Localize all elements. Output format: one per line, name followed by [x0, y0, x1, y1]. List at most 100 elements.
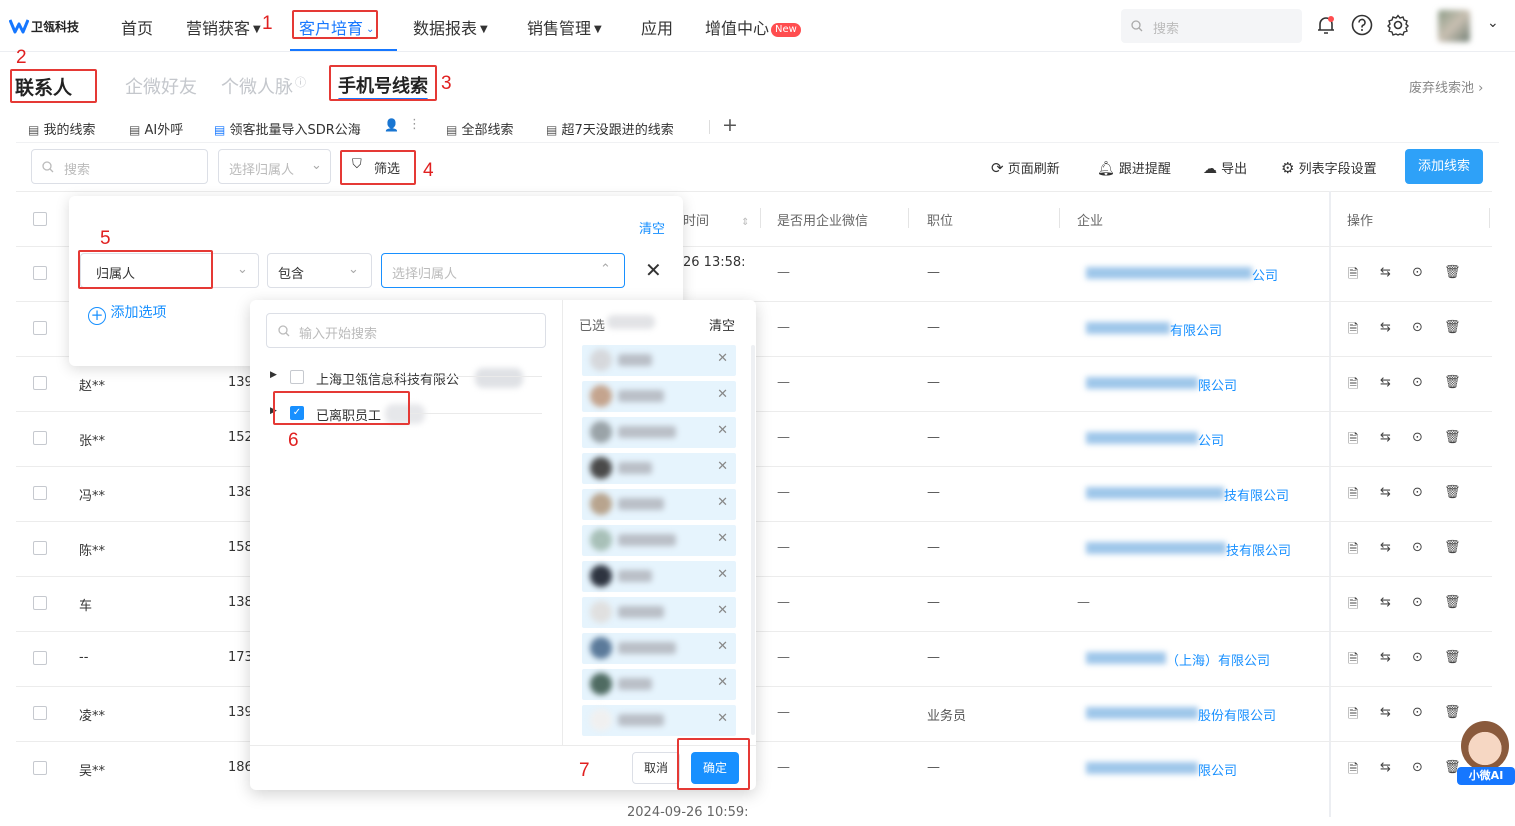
row-company-link[interactable]: 技有限公司	[1226, 540, 1291, 559]
delete-icon[interactable]: 🗑	[1444, 540, 1461, 555]
help-icon[interactable]	[1351, 14, 1373, 36]
remove-selected-icon[interactable]: ✕	[717, 495, 728, 510]
view-tab-stale[interactable]: ▤ 超7天没跟进的线索	[546, 119, 674, 138]
row-checkbox[interactable]	[33, 706, 47, 720]
selected-clear-button[interactable]: 清空	[709, 315, 735, 334]
remove-selected-icon[interactable]: ✕	[717, 459, 728, 474]
view-tab-all-leads[interactable]: ▤ 全部线索	[446, 119, 514, 138]
nav-sales[interactable]: 销售管理 ▼	[527, 15, 602, 39]
remove-selected-icon[interactable]: ✕	[717, 567, 728, 582]
remove-selected-icon[interactable]: ✕	[717, 711, 728, 726]
view-tab-sdr-pool[interactable]: ▤ 领客批量导入SDR公海 👤 ⋮	[202, 112, 430, 142]
refresh-button[interactable]: ⟳ 页面刷新	[991, 158, 1060, 177]
tree-node-company[interactable]: ▶ 上海卫瓴信息科技有限公	[270, 368, 540, 388]
filter-clear-button[interactable]: 清空	[639, 218, 665, 237]
row-checkbox[interactable]	[33, 761, 47, 775]
tree-checkbox[interactable]	[290, 370, 304, 384]
view-tab-my-leads[interactable]: ▤ 我的线索	[28, 119, 96, 138]
add-option-button[interactable]: + 添加选项	[88, 302, 166, 325]
transfer-icon[interactable]: ⇆	[1380, 375, 1391, 390]
edit-icon[interactable]: 🗎	[1348, 430, 1358, 452]
edit-icon[interactable]: 🗎	[1348, 375, 1358, 397]
nav-marketing[interactable]: 营销获客 ▼	[186, 15, 261, 39]
view-tab-ai-call[interactable]: ▤ AI外呼	[129, 119, 183, 138]
delete-icon[interactable]: 🗑	[1444, 595, 1461, 610]
transfer-icon[interactable]: ⇆	[1380, 595, 1391, 610]
chevron-down-icon[interactable]: ⌄	[1487, 15, 1499, 31]
row-company-link[interactable]: 公司	[1198, 430, 1224, 449]
delete-icon[interactable]: 🗑	[1444, 705, 1461, 720]
return-icon[interactable]: ⊙	[1412, 595, 1423, 610]
row-company-link[interactable]: 技有限公司	[1224, 485, 1289, 504]
col-header-time[interactable]: 时间 ⇕	[683, 210, 750, 229]
remove-selected-icon[interactable]: ✕	[717, 351, 728, 366]
remove-selected-icon[interactable]: ✕	[717, 423, 728, 438]
bell-icon[interactable]	[1315, 14, 1337, 36]
return-icon[interactable]: ⊙	[1412, 485, 1423, 500]
remove-selected-icon[interactable]: ✕	[717, 675, 728, 690]
transfer-icon[interactable]: ⇆	[1380, 485, 1391, 500]
select-all-checkbox[interactable]	[33, 212, 47, 226]
reminder-button[interactable]: 🔔︎ 跟进提醒	[1097, 158, 1171, 177]
row-company-link[interactable]: 有限公司	[1170, 320, 1222, 339]
picker-search-input[interactable]: 输入开始搜索	[266, 313, 546, 348]
edit-icon[interactable]: 🗎	[1348, 705, 1358, 727]
row-checkbox[interactable]	[33, 266, 47, 280]
delete-icon[interactable]: 🗑	[1444, 430, 1461, 445]
filter-value-select[interactable]: 选择归属人 ⌃	[381, 253, 625, 288]
edit-icon[interactable]: 🗎	[1348, 265, 1358, 287]
ai-assistant-widget[interactable]: 小微AI	[1455, 721, 1515, 785]
edit-icon[interactable]: 🗎	[1348, 320, 1358, 342]
nav-apps[interactable]: 应用	[641, 15, 673, 39]
delete-icon[interactable]: 🗑	[1444, 265, 1461, 280]
remove-condition-icon[interactable]: ✕	[645, 258, 662, 282]
remove-selected-icon[interactable]: ✕	[717, 603, 728, 618]
owner-select[interactable]: 选择归属人 ⌄	[218, 149, 331, 184]
transfer-icon[interactable]: ⇆	[1380, 320, 1391, 335]
delete-icon[interactable]: 🗑	[1444, 375, 1461, 390]
delete-icon[interactable]: 🗑	[1444, 320, 1461, 335]
nav-reports[interactable]: 数据报表 ▼	[413, 15, 488, 39]
transfer-icon[interactable]: ⇆	[1380, 265, 1391, 280]
subtab-personal-wechat[interactable]: 个微人脉 ⓘ	[221, 73, 306, 99]
return-icon[interactable]: ⊙	[1412, 430, 1423, 445]
edit-icon[interactable]: 🗎	[1348, 760, 1358, 782]
return-icon[interactable]: ⊙	[1412, 650, 1423, 665]
delete-icon[interactable]: 🗑	[1444, 485, 1461, 500]
row-checkbox[interactable]	[33, 486, 47, 500]
toolbar-search[interactable]: 搜索	[31, 149, 208, 184]
return-icon[interactable]: ⊙	[1412, 375, 1423, 390]
row-checkbox[interactable]	[33, 431, 47, 445]
picker-cancel-button[interactable]: 取消	[632, 752, 680, 784]
add-tab-icon[interactable]: +	[722, 114, 738, 136]
row-checkbox[interactable]	[33, 376, 47, 390]
edit-icon[interactable]: 🗎	[1348, 485, 1358, 507]
gear-icon[interactable]	[1387, 14, 1409, 36]
return-icon[interactable]: ⊙	[1412, 265, 1423, 280]
edit-icon[interactable]: 🗎	[1348, 650, 1358, 672]
filter-operator-select[interactable]: 包含 ⌄	[267, 253, 372, 288]
transfer-icon[interactable]: ⇆	[1380, 705, 1391, 720]
row-checkbox[interactable]	[33, 651, 47, 665]
row-company-link[interactable]: 限公司	[1198, 375, 1237, 394]
remove-selected-icon[interactable]: ✕	[717, 639, 728, 654]
export-button[interactable]: ☁ 导出	[1203, 158, 1247, 177]
subtab-wecom-friends[interactable]: 企微好友	[125, 73, 197, 99]
caret-right-icon[interactable]: ▶	[270, 370, 277, 380]
row-company-link[interactable]: 公司	[1252, 265, 1278, 284]
row-checkbox[interactable]	[33, 541, 47, 555]
row-checkbox[interactable]	[33, 596, 47, 610]
waste-pool-link[interactable]: 废弃线索池 ›	[1409, 77, 1483, 96]
transfer-icon[interactable]: ⇆	[1380, 760, 1391, 775]
row-checkbox[interactable]	[33, 321, 47, 335]
row-company-link[interactable]: （上海）有限公司	[1166, 650, 1270, 669]
return-icon[interactable]: ⊙	[1412, 705, 1423, 720]
column-settings-button[interactable]: ⚙ 列表字段设置	[1281, 158, 1377, 177]
avatar[interactable]	[1438, 10, 1470, 42]
picker-scrollbar[interactable]	[751, 345, 755, 735]
transfer-icon[interactable]: ⇆	[1380, 540, 1391, 555]
return-icon[interactable]: ⊙	[1412, 320, 1423, 335]
return-icon[interactable]: ⊙	[1412, 760, 1423, 775]
global-search[interactable]: 搜索	[1121, 9, 1302, 43]
edit-icon[interactable]: 🗎	[1348, 540, 1358, 562]
